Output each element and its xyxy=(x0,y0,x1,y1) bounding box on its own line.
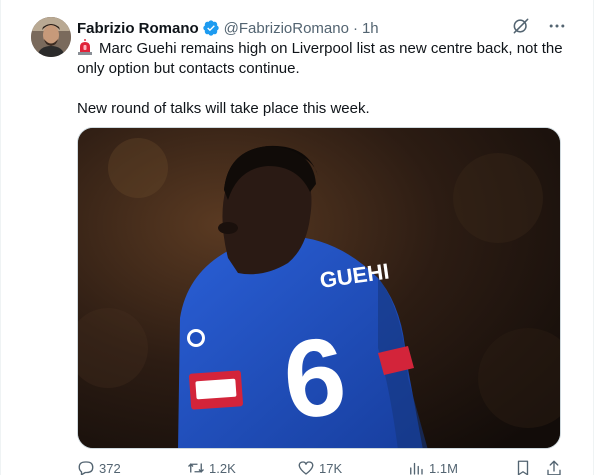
tweet-media-photo[interactable]: GUEHI 6 xyxy=(77,127,561,449)
share-icon xyxy=(547,460,561,475)
shirt-number-text: 6 xyxy=(278,314,352,443)
reply-count: 372 xyxy=(99,460,121,475)
views-count: 1.1M xyxy=(429,460,458,475)
views-icon xyxy=(410,462,423,475)
tweet-line-2: New round of talks will take place this … xyxy=(77,100,370,117)
separator-dot: · xyxy=(352,19,358,37)
like-count: 17K xyxy=(319,460,343,475)
tweet-top-actions xyxy=(511,16,567,36)
verified-badge-icon xyxy=(202,20,219,36)
tweet-header: Fabrizio Romano @FabrizioRomano · 1h xyxy=(77,18,379,38)
author-name[interactable]: Fabrizio Romano xyxy=(77,20,199,37)
repost-icon xyxy=(188,463,204,473)
bookmark-icon xyxy=(517,460,529,475)
tweet-action-bar: 372 1.2K 17K 1.1M xyxy=(77,458,567,475)
tweet-line-1: Marc Guehi remains high on Liverpool lis… xyxy=(77,40,563,77)
tweet-card[interactable]: Fabrizio Romano @FabrizioRomano · 1h Mar… xyxy=(0,0,594,475)
repost-count: 1.2K xyxy=(209,460,236,475)
author-avatar[interactable] xyxy=(31,17,71,57)
like-button[interactable]: 17K xyxy=(297,459,342,475)
tweet-text: Marc Guehi remains high on Liverpool lis… xyxy=(77,39,567,119)
reply-button[interactable]: 372 xyxy=(77,459,121,475)
like-icon xyxy=(298,461,314,475)
reply-icon xyxy=(78,461,94,475)
repost-button[interactable]: 1.2K xyxy=(187,459,236,475)
bookmark-button[interactable] xyxy=(514,459,532,475)
views-button[interactable]: 1.1M xyxy=(407,459,458,475)
police-siren-icon xyxy=(78,39,92,55)
more-icon[interactable] xyxy=(547,16,567,36)
grok-icon[interactable] xyxy=(511,16,531,36)
tweet-time[interactable]: 1h xyxy=(362,20,379,37)
author-handle[interactable]: @FabrizioRomano xyxy=(224,20,349,37)
share-button[interactable] xyxy=(545,459,563,475)
